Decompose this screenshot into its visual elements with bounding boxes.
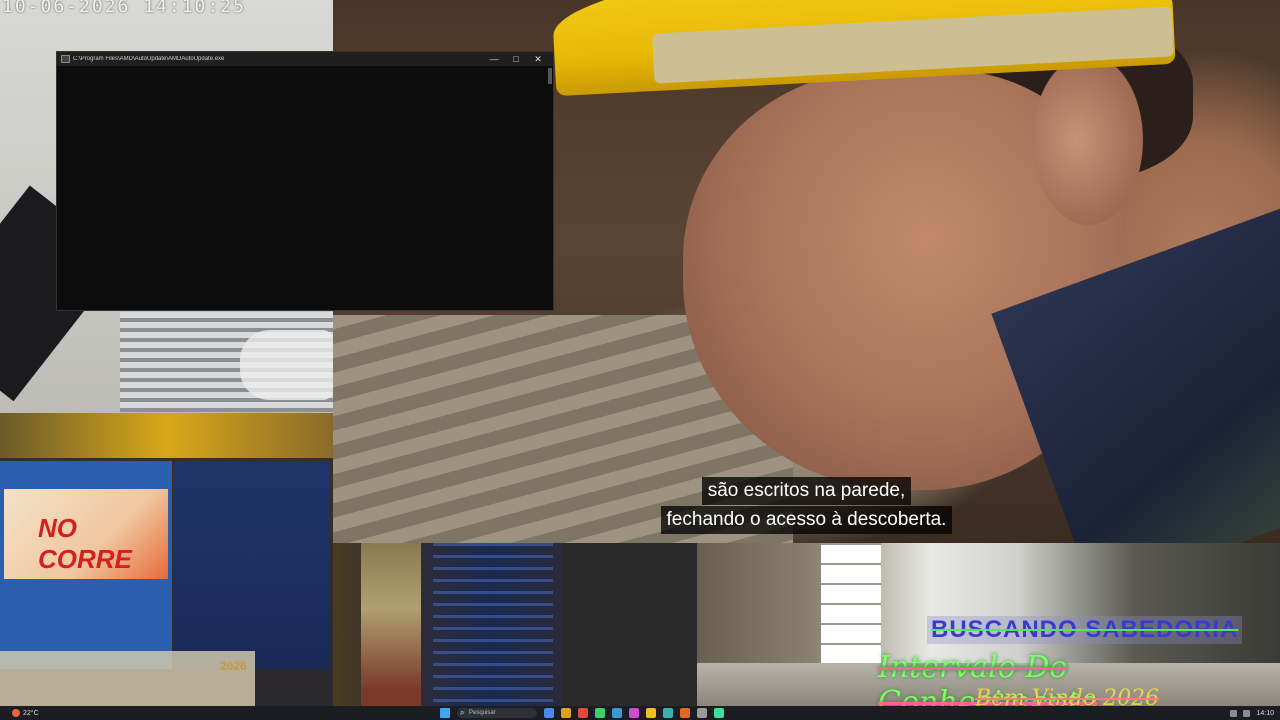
taskbar-app-icon[interactable] — [544, 708, 554, 718]
terminal-window[interactable]: C:\Program Files\AMD\AutoUpdate\AMDAutoU… — [56, 51, 554, 311]
hallway-window — [821, 543, 881, 663]
taskbar-app-icon[interactable] — [629, 708, 639, 718]
taskbar-app-icon[interactable] — [697, 708, 707, 718]
thumbnail-title: NO CORRE — [38, 513, 132, 574]
taskbar-app-icon[interactable] — [612, 708, 622, 718]
volume-icon[interactable] — [1243, 709, 1251, 717]
subtitle-line-1: são escritos na parede, — [333, 477, 1280, 505]
clock[interactable]: 14:10 — [1256, 710, 1274, 717]
blue-lights — [433, 543, 553, 706]
terminal-icon — [61, 55, 70, 63]
monitor-left-screen: NO CORRE — [0, 461, 172, 669]
network-icon[interactable] — [1230, 709, 1238, 717]
bottle — [361, 543, 421, 706]
minimize-button[interactable]: — — [483, 54, 505, 64]
taskbar-app-icon[interactable] — [714, 708, 724, 718]
subtitle-line-2: fechando o acesso à descoberta. — [333, 506, 1280, 534]
weather-icon — [12, 709, 20, 717]
system-tray: 14:10 — [1230, 709, 1274, 717]
taskbar-search[interactable]: Pesquisar — [457, 708, 537, 718]
start-button[interactable] — [440, 708, 450, 718]
calendar-year: 2026 — [220, 659, 247, 673]
camera-bottom-left: NO CORRE 2026 — [0, 413, 333, 706]
parked-car — [240, 330, 333, 400]
taskbar-center: Pesquisar — [440, 708, 724, 718]
overlay-title: BUSCANDO SABEDORIA — [927, 616, 1243, 644]
calendar-card — [0, 651, 255, 706]
terminal-titlebar[interactable]: C:\Program Files\AMD\AutoUpdate\AMDAutoU… — [57, 52, 553, 66]
taskbar-app-icon[interactable] — [578, 708, 588, 718]
close-button[interactable]: ✕ — [527, 54, 549, 65]
camera-bottom-middle — [333, 543, 562, 706]
taskbar-app-icon[interactable] — [595, 708, 605, 718]
camera-bottom-dark — [562, 543, 697, 706]
monitor-right-screen — [174, 461, 330, 669]
taskbar: 22°C Pesquisar 14:10 — [0, 706, 1280, 720]
taskbar-app-icon[interactable] — [561, 708, 571, 718]
toy-shelf — [0, 413, 333, 458]
subtitle-text-1: são escritos na parede, — [701, 477, 912, 505]
taskbar-app-icon[interactable] — [663, 708, 673, 718]
terminal-title: C:\Program Files\AMD\AutoUpdate\AMDAutoU… — [73, 56, 225, 62]
terminal-scrollbar[interactable] — [548, 68, 552, 84]
taskbar-app-icon[interactable] — [646, 708, 656, 718]
subtitle-text-2: fechando o acesso à descoberta. — [660, 506, 953, 534]
taskbar-app-icon[interactable] — [680, 708, 690, 718]
weather-widget[interactable]: 22°C — [12, 709, 39, 717]
weather-temperature: 22°C — [23, 709, 39, 717]
camera-timestamp: 10-06-2026 14:10:25 — [2, 0, 246, 17]
maximize-button[interactable]: □ — [505, 54, 527, 64]
worker-ear — [1033, 55, 1143, 225]
